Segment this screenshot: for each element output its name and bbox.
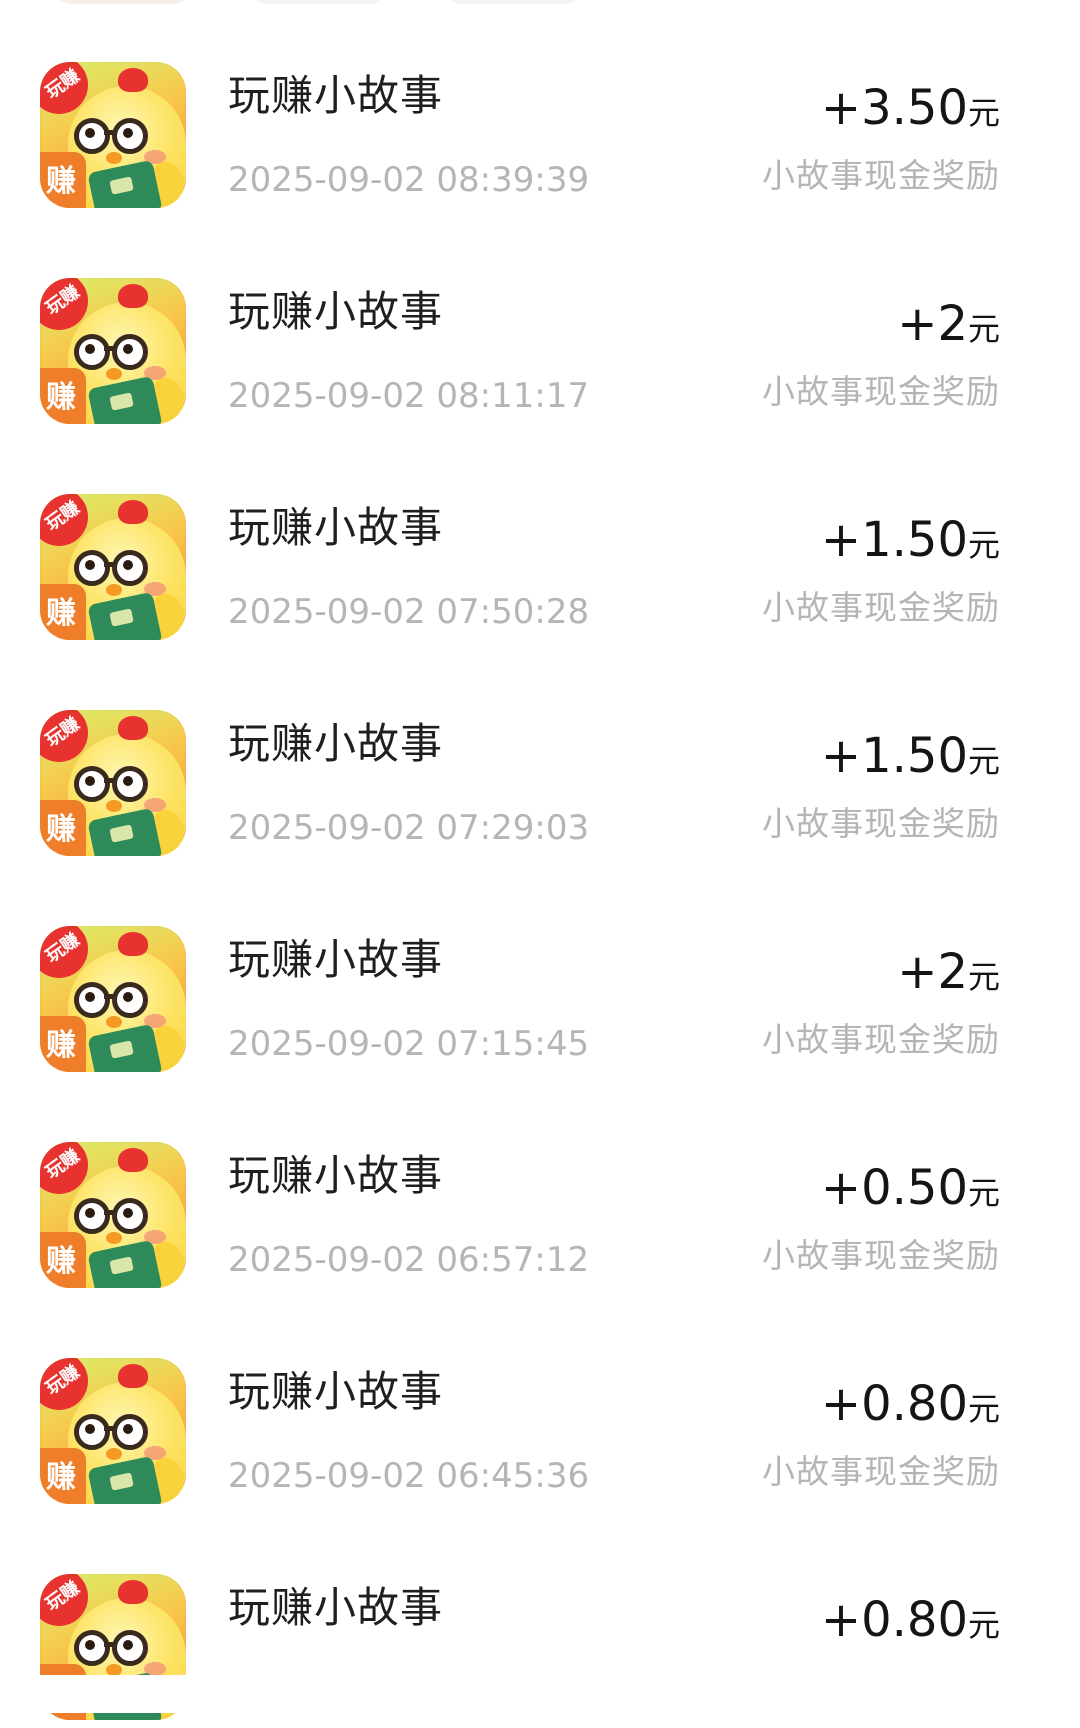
amount-value: +2 (897, 296, 968, 352)
chick-reading-book-icon: 玩赚 赚 (40, 926, 186, 1072)
record-amount: +3.50元 (821, 80, 1000, 147)
amount-unit: 元 (967, 526, 1000, 564)
record-description: 小故事现金奖励 (762, 372, 1000, 411)
chick-reading-book-icon: 玩赚 赚 (40, 1142, 186, 1288)
record-amount: +1.50元 (821, 728, 1000, 795)
record-amount: +0.80元 (821, 1376, 1000, 1443)
record-title: 玩赚小故事 (228, 287, 444, 336)
amount-unit: 元 (967, 1606, 1000, 1644)
chick-reading-book-icon: 玩赚 赚 (40, 278, 186, 424)
record-description: 小故事现金奖励 (762, 156, 1000, 195)
record-amount: +0.50元 (821, 1160, 1000, 1227)
record-timestamp: 2025-09-02 08:11:17 (228, 376, 590, 416)
amount-value: +2 (897, 944, 968, 1000)
chick-reading-book-icon: 玩赚 赚 (40, 1358, 186, 1504)
amount-value: +1.50 (820, 728, 968, 784)
badge-bottom-label: 赚 (46, 812, 76, 847)
amount-value: +1.50 (820, 512, 968, 568)
record-amount: +1.50元 (821, 512, 1000, 579)
list-item[interactable]: 玩赚 赚 玩赚小故事 2025-09-02 06:45:36 +0.80元 小故… (0, 1296, 1080, 1512)
record-timestamp: 2025-09-02 08:39:39 (228, 160, 590, 200)
badge-bottom-label: 赚 (46, 1028, 76, 1063)
amount-value: +0.80 (820, 1376, 968, 1432)
amount-unit: 元 (967, 1390, 1000, 1428)
list-item[interactable]: 玩赚 赚 玩赚小故事 2025-09-02 07:29:03 +1.50元 小故… (0, 648, 1080, 864)
amount-unit: 元 (967, 1174, 1000, 1212)
amount-value: +0.80 (820, 1592, 968, 1648)
badge-bottom-label: 赚 (46, 1460, 76, 1495)
list-item[interactable]: 玩赚 赚 玩赚小故事 2025-09-02 07:15:45 +2元 小故事现金… (0, 864, 1080, 1080)
badge-bottom-label: 赚 (46, 1244, 76, 1279)
record-timestamp: 2025-09-02 06:57:12 (228, 1240, 590, 1280)
list-item[interactable]: 玩赚 赚 玩赚小故事 2025-09-02 08:11:17 +2元 小故事现金… (0, 216, 1080, 432)
record-title: 玩赚小故事 (228, 71, 444, 120)
record-title: 玩赚小故事 (228, 1151, 444, 1200)
record-title: 玩赚小故事 (228, 503, 444, 552)
amount-value: +0.50 (820, 1160, 968, 1216)
list-item[interactable]: 玩赚 赚 玩赚小故事 2025-09-02 07:50:28 +1.50元 小故… (0, 432, 1080, 648)
record-title: 玩赚小故事 (228, 719, 444, 768)
amount-unit: 元 (967, 94, 1000, 132)
record-description: 小故事现金奖励 (762, 588, 1000, 627)
chick-reading-book-icon: 玩赚 赚 (40, 494, 186, 640)
amount-unit: 元 (967, 958, 1000, 996)
record-title: 玩赚小故事 (228, 1583, 444, 1632)
list-item[interactable]: 玩赚 赚 玩赚小故事 2025-09-02 08:39:39 +3.50元 小故… (0, 0, 1080, 216)
list-item[interactable]: 玩赚 赚 玩赚小故事 2025-09-02 06:57:12 +0.50元 小故… (0, 1080, 1080, 1296)
record-title: 玩赚小故事 (228, 1367, 444, 1416)
record-title: 玩赚小故事 (228, 935, 444, 984)
record-amount: +2元 (897, 944, 1000, 1011)
record-description: 小故事现金奖励 (762, 1452, 1000, 1491)
record-description: 小故事现金奖励 (762, 1020, 1000, 1059)
viewport-edge (0, 1675, 1080, 1713)
record-amount: +0.80元 (821, 1592, 1000, 1659)
record-amount: +2元 (897, 296, 1000, 363)
record-timestamp: 2025-09-02 07:29:03 (228, 808, 590, 848)
record-timestamp: 2025-09-02 07:15:45 (228, 1024, 590, 1064)
record-description: 小故事现金奖励 (762, 1236, 1000, 1275)
record-timestamp: 2025-09-02 06:45:36 (228, 1456, 590, 1496)
chick-reading-book-icon: 玩赚 赚 (40, 710, 186, 856)
record-timestamp: 2025-09-02 07:50:28 (228, 592, 590, 632)
amount-value: +3.50 (820, 80, 968, 136)
chick-reading-book-icon: 玩赚 赚 (40, 62, 186, 208)
badge-bottom-label: 赚 (46, 596, 76, 631)
badge-bottom-label: 赚 (46, 164, 76, 199)
amount-unit: 元 (967, 310, 1000, 348)
badge-bottom-label: 赚 (46, 380, 76, 415)
amount-unit: 元 (967, 742, 1000, 780)
record-description: 小故事现金奖励 (762, 804, 1000, 843)
